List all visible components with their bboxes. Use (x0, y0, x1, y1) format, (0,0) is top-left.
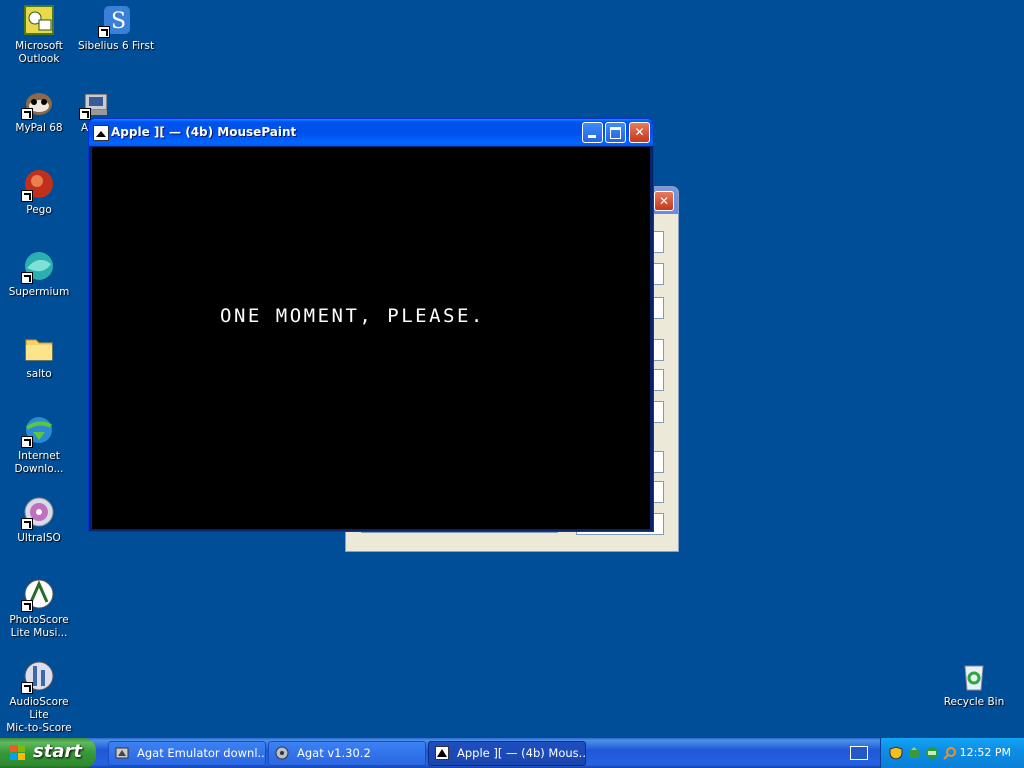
photoscore-icon (21, 578, 55, 612)
keyboard-layout-icon[interactable] (850, 746, 868, 760)
desktop-icon-ultraiso[interactable]: UltraISO (0, 496, 78, 545)
mypal-icon (21, 86, 55, 120)
desktop-icon-label: AudioScore Lite Mic-to-Score (6, 696, 72, 734)
supermium-icon (21, 250, 55, 284)
desktop-icon-label: Microsoft Outlook (15, 40, 63, 65)
security-shield-icon[interactable] (889, 746, 903, 760)
taskbar-item-agat[interactable]: Agat v1.30.2 (268, 741, 426, 766)
audioscore-icon (21, 660, 55, 694)
close-button[interactable]: ✕ (629, 122, 650, 143)
recycle-bin-icon (958, 660, 990, 692)
clock[interactable]: 12:52 PM (960, 746, 1011, 759)
taskbar-item-apple[interactable]: Apple ][ — (4b) Mous... (428, 741, 586, 766)
desktop-icon-label: Pego (26, 204, 52, 216)
internet-download-manager-icon (21, 414, 55, 448)
shortcut-arrow-icon (21, 190, 33, 202)
desktop-icon-idm[interactable]: Internet Downlo... (0, 414, 78, 476)
desktop-icon-label: Internet Downlo... (14, 450, 64, 475)
apple-app-icon (93, 125, 109, 141)
taskbar-item-label: Agat Emulator downl... (137, 746, 266, 760)
agat-icon (79, 86, 113, 120)
ultraiso-icon (21, 496, 55, 530)
agat-icon (275, 746, 289, 760)
taskbar-item-agat-download[interactable]: Agat Emulator downl... (108, 741, 266, 766)
shortcut-arrow-icon (21, 600, 33, 612)
start-button[interactable]: start (0, 738, 96, 768)
folder-icon (23, 332, 55, 364)
system-tray: 12:52 PM (880, 738, 1024, 768)
svg-text:S: S (111, 9, 126, 34)
desktop-icon-photoscore[interactable]: PhotoScore Lite Musi... (0, 578, 78, 640)
emulator-screen[interactable]: ONE MOMENT, PLEASE. (92, 147, 650, 529)
desktop-icon-sibelius[interactable]: S Sibelius 6 First (77, 4, 155, 53)
shortcut-arrow-icon (21, 108, 33, 120)
desktop-icon-recycle-bin[interactable]: Recycle Bin (935, 660, 1013, 709)
shortcut-arrow-icon (21, 682, 33, 694)
safely-remove-icon[interactable] (907, 746, 921, 760)
shortcut-arrow-icon (79, 108, 91, 120)
desktop-icon-label: MyPal 68 (15, 122, 63, 134)
shortcut-arrow-icon (21, 518, 33, 530)
taskbar-item-label: Agat v1.30.2 (297, 746, 371, 760)
pego-icon (21, 168, 55, 202)
taskbar-item-label: Apple ][ — (4b) Mous... (457, 746, 586, 760)
network-icon[interactable] (925, 746, 939, 760)
outlook-icon (23, 4, 55, 36)
desktop-icon-label: Recycle Bin (943, 696, 1005, 708)
desktop-icon-salto[interactable]: salto (0, 332, 78, 381)
sibelius-icon: S (98, 4, 132, 38)
desktop-icon-label: UltraISO (17, 532, 61, 544)
desktop-icon-outlook[interactable]: Microsoft Outlook (0, 4, 78, 66)
search-icon[interactable] (943, 746, 957, 760)
apple-emulator-window[interactable]: Apple ][ — (4b) MousePaint ✕ ONE MOMENT,… (88, 118, 654, 532)
desktop: Microsoft Outlook S Sibelius 6 First MyP… (0, 0, 1024, 738)
shortcut-arrow-icon (21, 272, 33, 284)
taskbar: start Agat Emulator downl... Agat v1.30.… (0, 738, 1024, 768)
desktop-icon-label: Sibelius 6 First (77, 40, 155, 52)
start-label: start (33, 741, 82, 762)
shortcut-arrow-icon (98, 26, 110, 38)
shortcut-arrow-icon (21, 436, 33, 448)
desktop-icon-label: Supermium (8, 286, 70, 298)
desktop-icon-audioscore[interactable]: AudioScore Lite Mic-to-Score (0, 660, 78, 735)
screen-message: ONE MOMENT, PLEASE. (220, 305, 485, 327)
desktop-icon-pego[interactable]: Pego (0, 168, 78, 217)
windows-logo-icon (10, 745, 26, 761)
window-titlebar[interactable]: Apple ][ — (4b) MousePaint ✕ (89, 119, 653, 146)
apple-app-icon (435, 746, 449, 760)
desktop-icon-label: PhotoScore Lite Musi... (9, 614, 69, 639)
agat-download-icon (115, 746, 129, 760)
desktop-icon-mypal[interactable]: MyPal 68 (0, 86, 78, 135)
maximize-button[interactable] (605, 122, 626, 143)
desktop-icon-supermium[interactable]: Supermium (0, 250, 78, 299)
window-title: Apple ][ — (4b) MousePaint (111, 125, 297, 139)
desktop-icon-label: salto (26, 368, 52, 380)
close-icon[interactable]: ✕ (654, 191, 674, 211)
minimize-button[interactable] (582, 122, 603, 143)
